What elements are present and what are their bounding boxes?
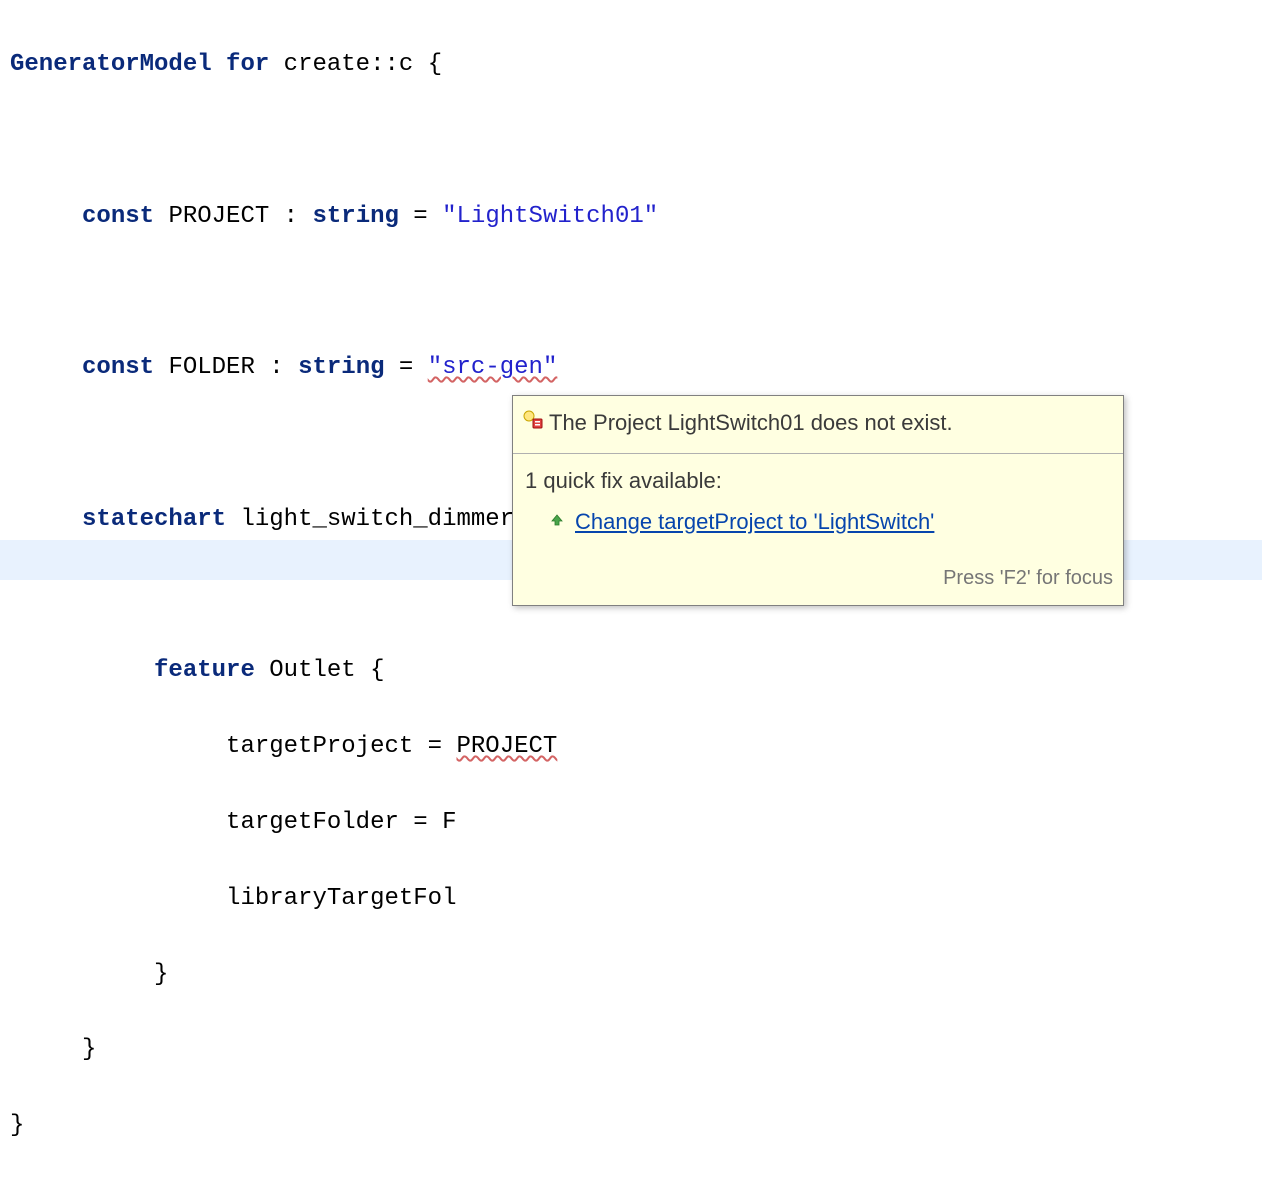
type-sep: : — [255, 354, 298, 381]
prop-librarytargetfolder-partial: libraryTargetFol — [226, 885, 456, 912]
quickfix-change-icon — [549, 505, 565, 540]
keyword-string: string — [298, 354, 384, 381]
const-folder-name: FOLDER — [168, 354, 254, 381]
quickfix-heading: 1 quick fix available: — [525, 464, 1111, 499]
brace-open: { — [428, 51, 442, 78]
const-project-value: "LightSwitch01" — [442, 203, 658, 230]
hover-tooltip[interactable]: The Project LightSwitch01 does not exist… — [512, 395, 1124, 606]
tooltip-error-message: The Project LightSwitch01 does not exist… — [549, 406, 953, 441]
tooltip-focus-hint: Press 'F2' for focus — [513, 555, 1123, 605]
prop-targetproject-value: PROJECT — [457, 733, 558, 760]
error-lightbulb-icon — [523, 406, 543, 441]
const-project-name: PROJECT — [168, 203, 269, 230]
keyword-for: for — [226, 51, 269, 78]
eq: = — [385, 354, 428, 381]
keyword-statechart: statechart — [82, 506, 226, 533]
keyword-string: string — [312, 203, 398, 230]
keyword-const: const — [82, 354, 154, 381]
keyword-generatormodel: GeneratorModel — [10, 51, 212, 78]
eq: = — [399, 203, 442, 230]
generator-target: create::c — [284, 51, 414, 78]
prop-targetproject: targetProject — [226, 733, 413, 760]
prop-targetfolder: targetFolder — [226, 809, 399, 836]
keyword-feature: feature — [154, 657, 255, 684]
keyword-const: const — [82, 203, 154, 230]
statechart-name: light_switch_dimmer — [240, 506, 514, 533]
equals: = — [413, 733, 456, 760]
brace-close: } — [10, 1112, 24, 1139]
quickfix-link[interactable]: Change targetProject to 'LightSwitch' — [575, 505, 934, 540]
const-folder-value: "src-gen" — [428, 354, 558, 381]
prop-targetfolder-partial: = F — [399, 809, 457, 836]
brace-close: } — [82, 1036, 96, 1063]
brace-close: } — [154, 961, 168, 988]
brace-open: { — [370, 657, 384, 684]
type-sep: : — [269, 203, 312, 230]
feature-name: Outlet — [269, 657, 355, 684]
